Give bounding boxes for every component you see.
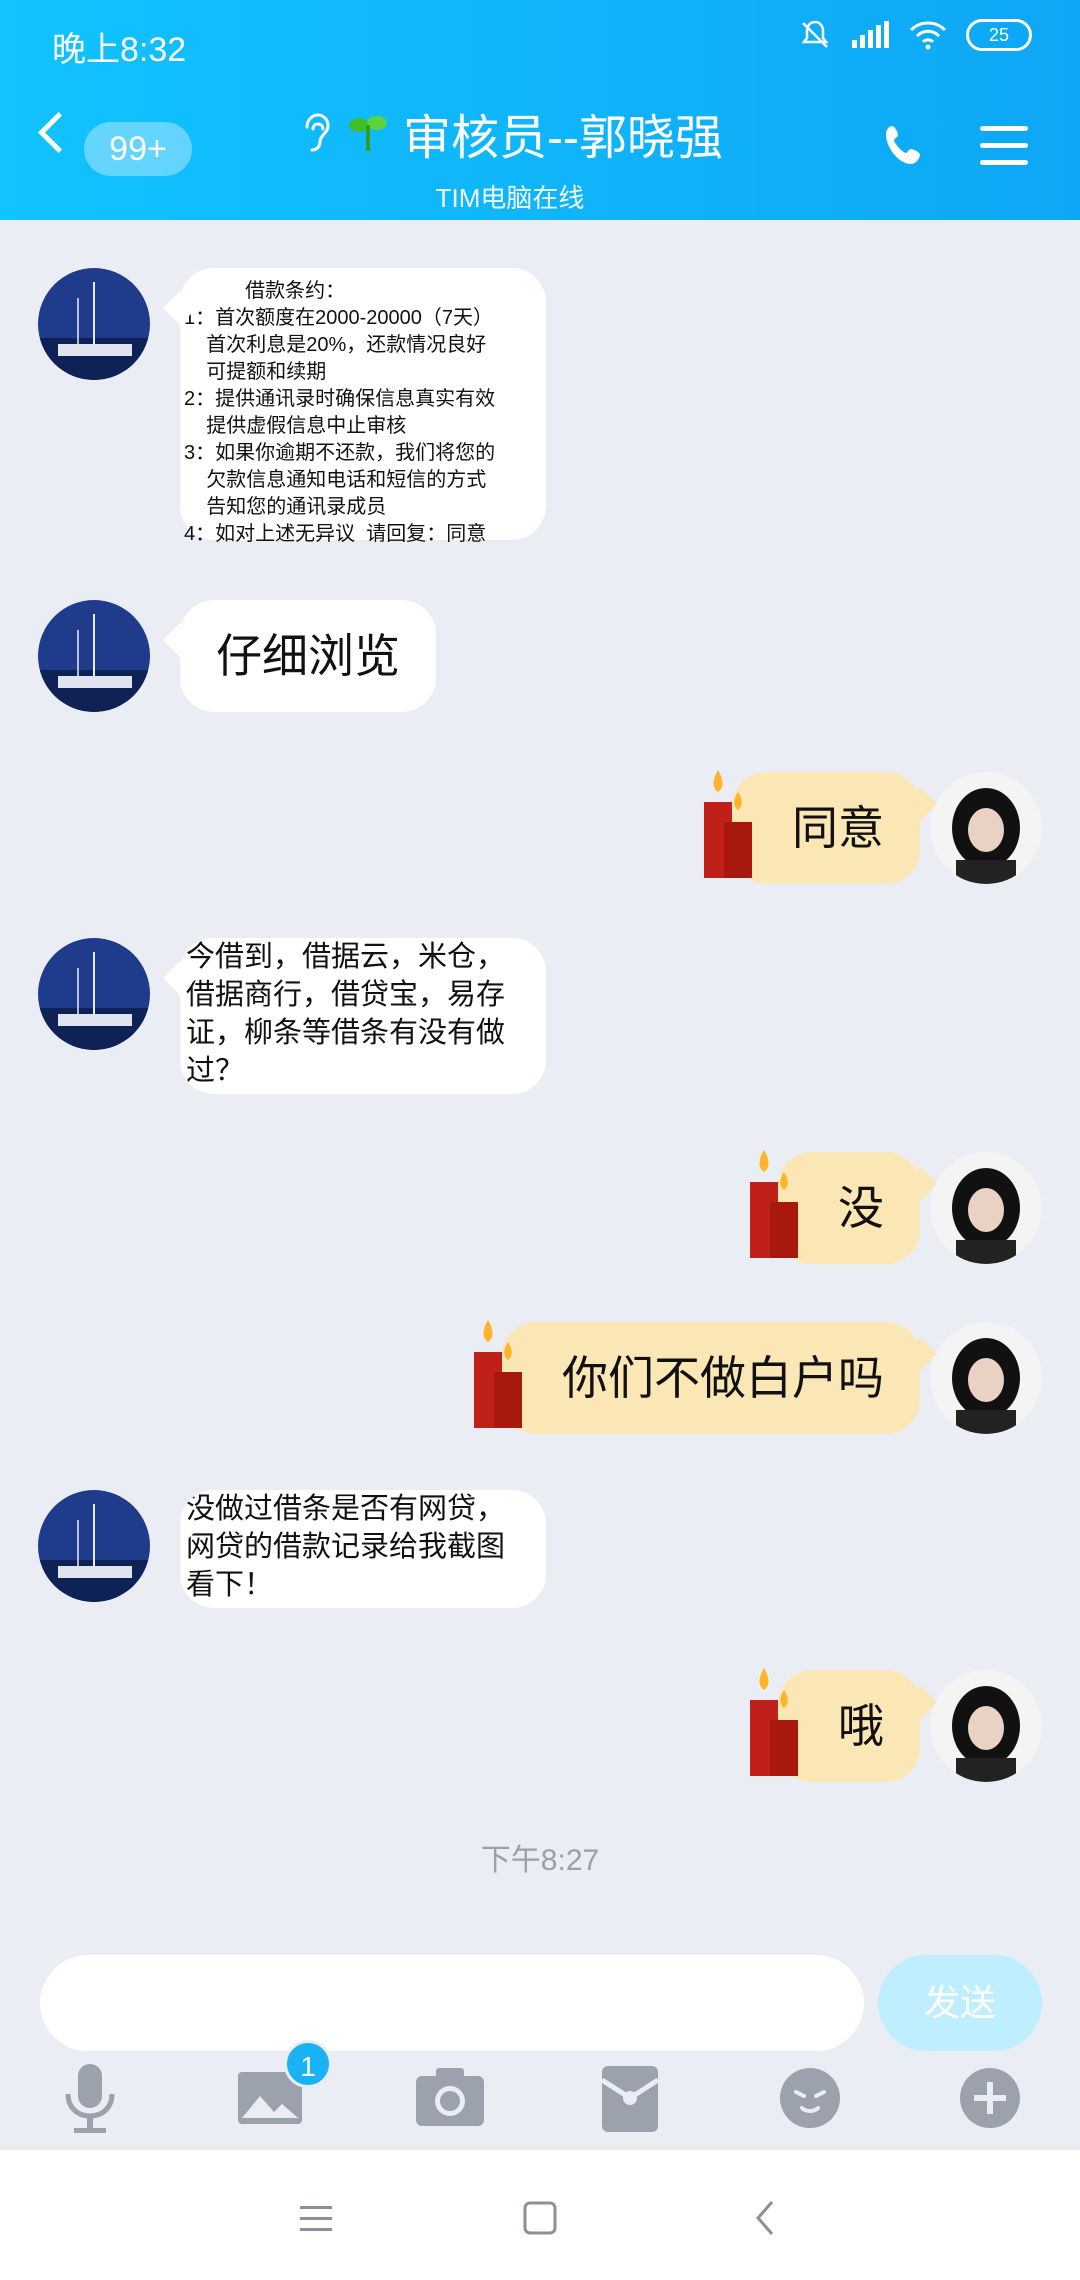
recent-apps-icon[interactable] bbox=[286, 2188, 346, 2248]
send-button[interactable]: 发送 bbox=[878, 1955, 1042, 2051]
avatar-reviewer[interactable] bbox=[38, 1490, 150, 1602]
message-input[interactable] bbox=[40, 1955, 864, 2051]
plus-icon[interactable] bbox=[950, 2058, 1030, 2138]
message-bubble[interactable]: 没做过借条是否有网贷， 网贷的借款记录给我截图 看下！ bbox=[180, 1490, 546, 1608]
avatar-self[interactable] bbox=[930, 1322, 1042, 1434]
chat-title: 审核员--郭晓强 bbox=[403, 112, 723, 165]
contract-line: 借款条约： bbox=[184, 280, 346, 302]
contract-line: 告知您的通讯录成员 bbox=[184, 496, 387, 518]
contract-line: 2：提供通讯录时确保信息真实有效 bbox=[184, 388, 496, 410]
message-text: 你们不做白户吗 bbox=[562, 1352, 884, 1404]
status-icons: 25 bbox=[798, 18, 1032, 52]
emoji-icon[interactable] bbox=[770, 2058, 850, 2138]
avatar-self[interactable] bbox=[930, 1152, 1042, 1264]
avatar-reviewer[interactable] bbox=[38, 600, 150, 712]
avatar-self[interactable] bbox=[930, 772, 1042, 884]
microphone-icon[interactable] bbox=[50, 2058, 130, 2138]
message-list[interactable]: 借款条约： 1：首次额度在2000-20000（7天） 首次利息是20%，还款情… bbox=[0, 220, 1080, 1935]
avatar-reviewer[interactable] bbox=[38, 268, 150, 380]
system-navigation-bar bbox=[0, 2150, 1080, 2280]
hamburger-menu-icon[interactable] bbox=[980, 126, 1028, 177]
ear-icon bbox=[305, 113, 330, 152]
back-icon[interactable] bbox=[736, 2188, 796, 2248]
candle-icon bbox=[750, 1150, 798, 1258]
candle-icon bbox=[704, 770, 752, 878]
contract-line: 3：如果你逾期不还款，我们将您的 bbox=[184, 442, 496, 464]
candle-icon bbox=[750, 1668, 798, 1776]
phone-icon[interactable] bbox=[882, 122, 930, 170]
avatar-reviewer[interactable] bbox=[38, 938, 150, 1050]
wifi-icon bbox=[909, 21, 947, 50]
message-timestamp: 下午8:27 bbox=[480, 1844, 600, 1877]
image-button[interactable]: 1 bbox=[230, 2040, 332, 2138]
contract-line: 首次利息是20%，还款情况良好 bbox=[184, 334, 487, 356]
chevron-left-icon[interactable] bbox=[37, 111, 80, 154]
message-bubble[interactable]: 你们不做白户吗 bbox=[474, 1320, 920, 1434]
signal-icon bbox=[852, 21, 889, 48]
chat-header: 晚上8:32 25 99+ 审核员--郭晓强 TIM电脑在线 bbox=[0, 0, 1080, 220]
contract-line: 1：首次额度在2000-20000（7天） bbox=[184, 307, 494, 329]
status-time: 晚上8:32 bbox=[52, 31, 187, 69]
message-text: 哦 bbox=[838, 1700, 884, 1752]
contract-image-bubble[interactable]: 借款条约： 1：首次额度在2000-20000（7天） 首次利息是20%，还款情… bbox=[180, 268, 546, 545]
sprout-icon bbox=[349, 116, 387, 151]
camera-icon[interactable] bbox=[410, 2058, 490, 2138]
message-bubble[interactable]: 仔细浏览 bbox=[180, 600, 436, 712]
chat-title-area[interactable]: 审核员--郭晓强 TIM电脑在线 bbox=[250, 98, 770, 215]
candle-icon bbox=[474, 1320, 522, 1428]
home-icon[interactable] bbox=[510, 2188, 570, 2248]
message-bubble[interactable]: 同意 bbox=[704, 770, 920, 884]
message-bubble[interactable]: 哦 bbox=[750, 1668, 920, 1782]
message-bubble[interactable]: 今借到，借据云，米仓， 借据商行，借贷宝，易存 证，柳条等借条有没有做 过？ bbox=[180, 938, 546, 1094]
contract-line: 4：如对上述无异议 请回复：同意 bbox=[184, 523, 487, 545]
contract-line: 可提额和续期 bbox=[184, 361, 327, 383]
message-text: 没 bbox=[838, 1182, 884, 1234]
message-bubble[interactable]: 没 bbox=[750, 1150, 920, 1264]
unread-count-badge[interactable]: 99+ bbox=[84, 122, 192, 176]
mute-bell-icon bbox=[801, 20, 829, 48]
message-text: 同意 bbox=[792, 802, 884, 854]
input-toolbar: 1 bbox=[0, 2040, 1080, 2150]
red-envelope-icon[interactable] bbox=[590, 2058, 670, 2138]
contract-line: 提供虚假信息中止审核 bbox=[184, 415, 407, 437]
online-status: TIM电脑在线 bbox=[435, 183, 585, 213]
avatar-self[interactable] bbox=[930, 1670, 1042, 1782]
contract-line: 欠款信息通知电话和短信的方式 bbox=[184, 469, 487, 491]
battery-indicator: 25 bbox=[966, 19, 1032, 51]
image-badge: 1 bbox=[284, 2040, 332, 2088]
